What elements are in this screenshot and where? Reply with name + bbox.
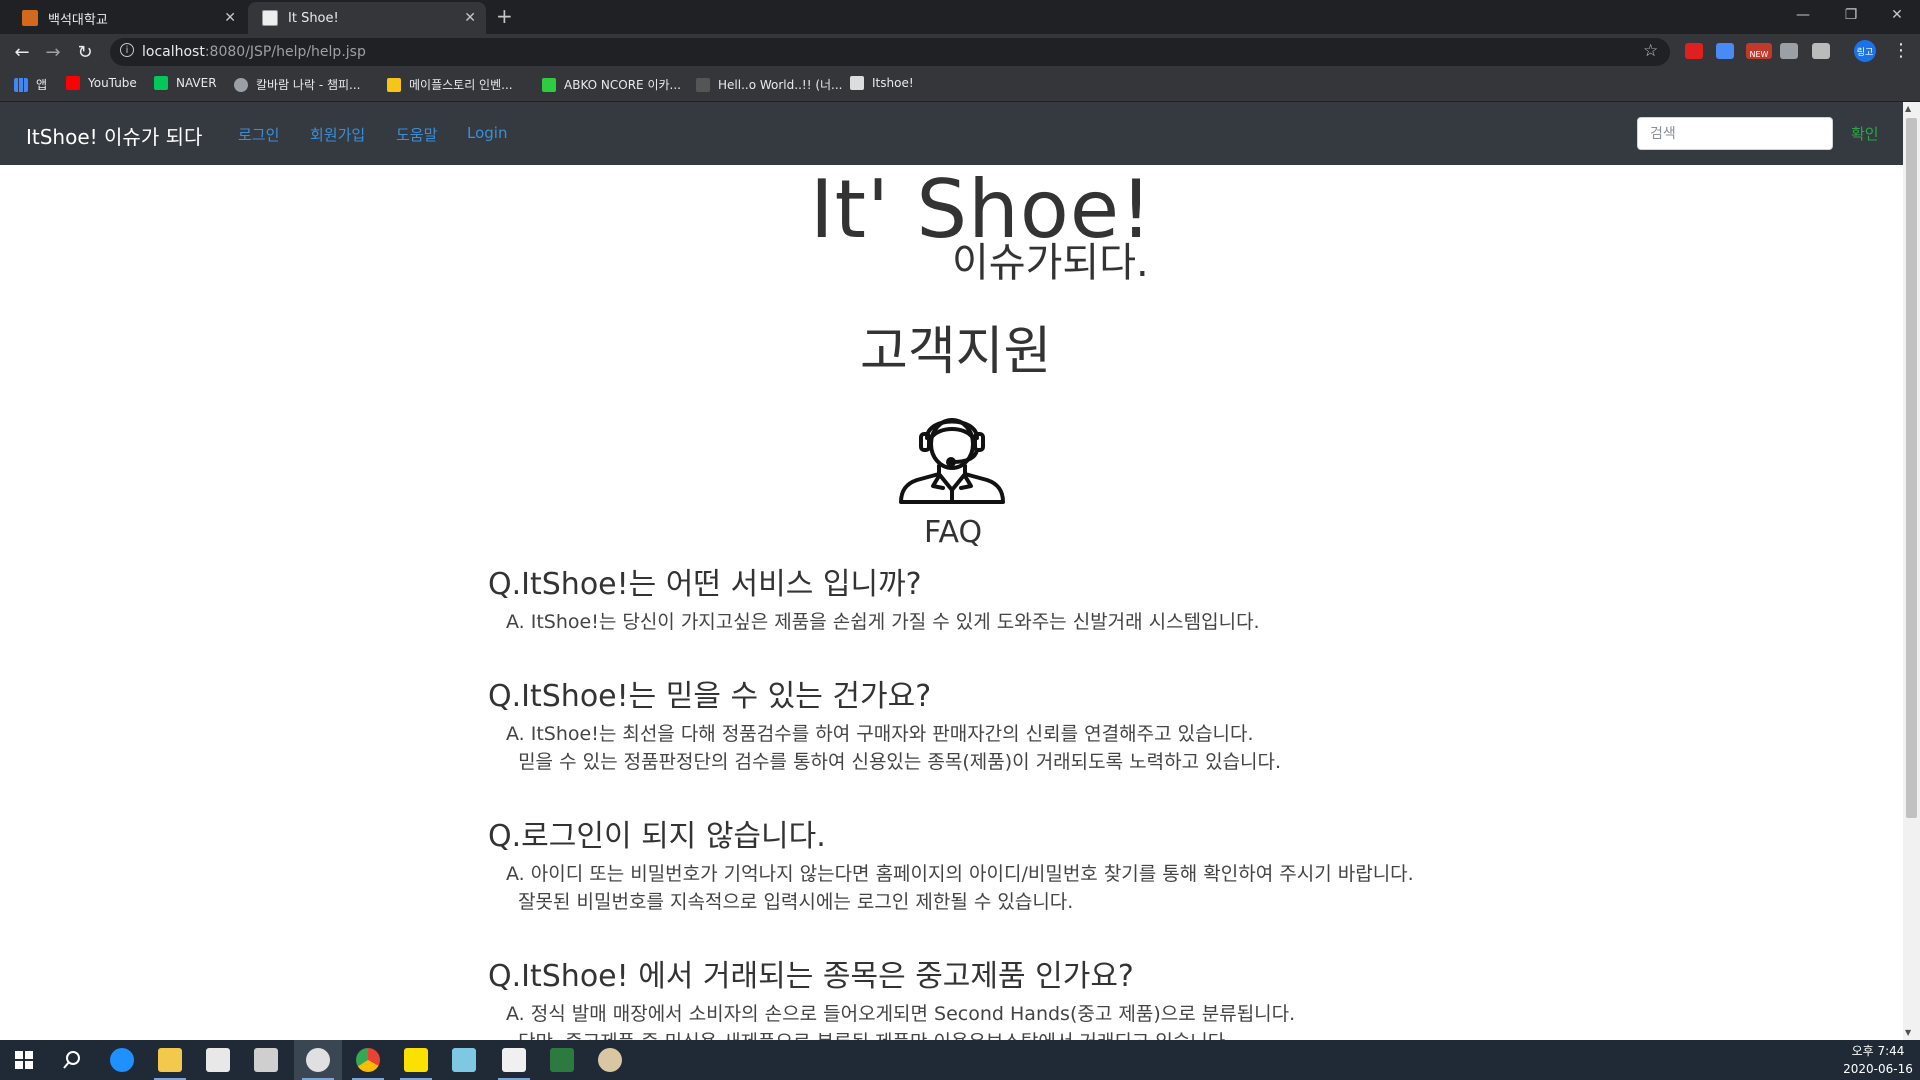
nav-help[interactable]: 도움말 xyxy=(396,124,437,145)
bookmark-apps[interactable]: 앱 xyxy=(14,76,47,93)
faq-answer: A. 정식 발매 매장에서 소비자의 손으로 들어오게되면 Second Han… xyxy=(506,1003,1296,1040)
hero-title: It' Shoe! xyxy=(810,163,1154,256)
tab-title: It Shoe! xyxy=(288,10,339,26)
browser-menu-icon[interactable]: ⋮ xyxy=(1892,40,1910,61)
new-tab-icon[interactable]: + xyxy=(496,4,513,28)
hero-subtitle: 이슈가되다. xyxy=(952,240,1149,286)
section-title: 고객지원 xyxy=(860,322,1052,382)
nav-login-en[interactable]: Login xyxy=(467,124,507,142)
extension-red-icon[interactable] xyxy=(1685,43,1703,59)
restore-icon[interactable]: ❐ xyxy=(1828,0,1874,30)
bookmark-hello-world[interactable]: Hell..o World..!! (너... xyxy=(696,76,842,93)
faq-answer: A. ItShoe!는 최선을 다해 정품검수를 하여 구매자와 판매자간의 신… xyxy=(506,723,1282,773)
itshoe-favicon-icon xyxy=(262,10,278,26)
new-extension-icon[interactable]: NEW xyxy=(1746,43,1772,59)
faq-question: Q.로그인이 되지 않습니다. xyxy=(488,819,826,854)
reload-icon[interactable]: ↻ xyxy=(73,40,97,64)
screen-extension-icon[interactable] xyxy=(1812,43,1830,59)
bookmark-naver[interactable]: NAVER xyxy=(154,76,217,90)
taskbar-clock[interactable]: 오후 7:44 2020-06-16 xyxy=(1842,1042,1914,1078)
forward-arrow-icon[interactable]: → xyxy=(41,40,65,64)
abko-icon xyxy=(542,77,556,92)
faq-answer: A. 아이디 또는 비밀번호가 기억나지 않는다면 홈페이지의 아이디/비밀번호… xyxy=(506,863,1414,913)
printer-extension-icon[interactable] xyxy=(1780,43,1798,59)
site-navbar xyxy=(0,102,1903,165)
inven-icon xyxy=(387,77,401,92)
minimize-icon[interactable]: — xyxy=(1780,0,1826,30)
browser-tab-baekseok[interactable]: 백석대학교 ✕ xyxy=(8,2,246,34)
bookmark-star-icon[interactable]: ☆ xyxy=(1643,41,1658,61)
photos-icon[interactable] xyxy=(294,1040,342,1080)
store-icon[interactable] xyxy=(194,1040,242,1080)
internet-explorer-icon[interactable] xyxy=(98,1040,146,1080)
naver-icon xyxy=(154,76,168,90)
clock-date: 2020-06-16 xyxy=(1843,1062,1913,1076)
bookmark-youtube[interactable]: YouTube xyxy=(66,76,137,90)
nav-signup[interactable]: 회원가입 xyxy=(310,124,365,145)
file-explorer-icon[interactable] xyxy=(146,1040,194,1080)
calculator-icon[interactable] xyxy=(242,1040,290,1080)
notepad-icon[interactable] xyxy=(440,1040,488,1080)
faq-question: Q.ItShoe!는 믿을 수 있는 건가요? xyxy=(488,679,932,714)
tistory-icon xyxy=(696,77,710,92)
bookmark-maplestory[interactable]: 메이플스토리 인벤... xyxy=(387,76,513,93)
university-favicon-icon xyxy=(22,10,38,26)
youtube-icon xyxy=(66,76,80,90)
scrollbar-thumb[interactable] xyxy=(1906,118,1917,818)
eclipse-icon[interactable] xyxy=(538,1040,586,1080)
kakaotalk-icon[interactable] xyxy=(392,1040,440,1080)
customer-support-agent-icon xyxy=(899,418,1005,504)
clock-time: 오후 7:44 xyxy=(1851,1044,1905,1058)
search-icon[interactable] xyxy=(48,1040,96,1080)
url-text[interactable]: localhost:8080/JSP/help/help.jsp xyxy=(142,44,366,60)
faq-answer: A. ItShoe!는 당신이 가지고싶은 제품을 손쉽게 가질 수 있게 도와… xyxy=(506,611,1260,633)
faq-question: Q.ItShoe!는 어떤 서비스 입니까? xyxy=(488,567,922,602)
windows-start-icon[interactable] xyxy=(0,1040,48,1080)
chrome-icon[interactable] xyxy=(344,1040,392,1080)
nav-login[interactable]: 로그인 xyxy=(238,124,279,145)
java-icon[interactable] xyxy=(490,1040,538,1080)
tab-title: 백석대학교 xyxy=(48,12,108,28)
site-info-icon[interactable]: i xyxy=(120,43,134,57)
itshoe-favicon-icon xyxy=(850,76,864,90)
browser-tab-itshoe[interactable]: It Shoe! ✕ xyxy=(248,2,486,34)
cloud-icon xyxy=(234,77,248,92)
close-window-icon[interactable]: ✕ xyxy=(1874,0,1920,30)
back-arrow-icon[interactable]: ← xyxy=(10,40,34,64)
scroll-up-icon[interactable]: ▲ xyxy=(1905,104,1911,113)
search-confirm-button[interactable]: 확인 xyxy=(1851,123,1879,144)
paint-icon[interactable] xyxy=(586,1040,634,1080)
translate-extension-icon[interactable] xyxy=(1716,43,1734,59)
faq-heading: FAQ xyxy=(924,515,983,550)
bookmark-itshoe[interactable]: Itshoe! xyxy=(850,76,914,90)
bookmark-abko[interactable]: ABKO NCORE 이카... xyxy=(542,76,681,93)
close-tab-icon[interactable]: ✕ xyxy=(464,10,476,26)
site-brand[interactable]: ItShoe! 이슈가 되다 xyxy=(26,121,202,150)
bookmark-kalbaram[interactable]: 칼바람 나락 - 챔피... xyxy=(234,76,361,93)
profile-avatar[interactable]: 링고 xyxy=(1854,40,1876,62)
close-tab-icon[interactable]: ✕ xyxy=(224,10,236,26)
search-input[interactable] xyxy=(1637,117,1833,150)
scroll-down-icon[interactable]: ▼ xyxy=(1905,1028,1911,1037)
apps-grid-icon xyxy=(14,77,28,92)
faq-question: Q.ItShoe! 에서 거래되는 종목은 중고제품 인가요? xyxy=(488,959,1134,994)
